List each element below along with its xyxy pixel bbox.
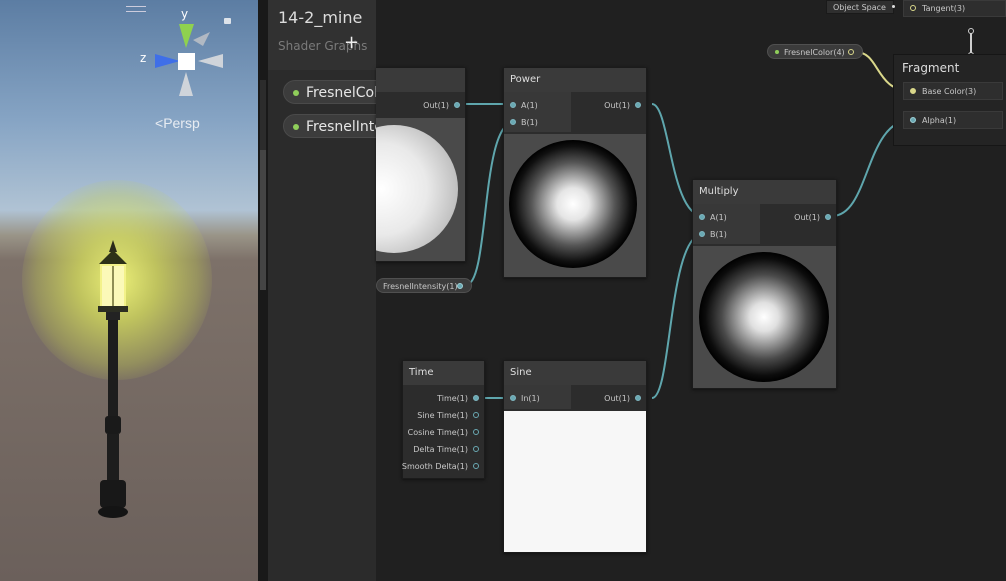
time-node-title: Time — [403, 361, 484, 385]
lamp-post — [98, 240, 128, 518]
sine-node-title: Sine — [504, 361, 646, 385]
sine-time-out-port[interactable]: Sine Time(1) — [417, 409, 479, 423]
port-icon — [699, 214, 705, 220]
port-icon — [848, 49, 854, 55]
projection-label: Persp — [163, 115, 200, 131]
property-label: FresnelIntensity — [306, 119, 376, 135]
time-node[interactable]: Time Time(1) Sine Time(1) Cosine Time(1)… — [402, 360, 485, 479]
orientation-gizmo[interactable] — [140, 10, 230, 100]
time-out-port[interactable]: Time(1) — [437, 392, 479, 406]
multiply-out-port[interactable]: Out(1) — [794, 211, 831, 225]
blackboard-property-fresnel-intensity[interactable]: FresnelIntensity — [283, 114, 376, 138]
port-icon — [510, 395, 516, 401]
panel-divider[interactable] — [258, 0, 268, 581]
fragment-alpha-port[interactable]: Alpha(1) — [903, 111, 1003, 129]
property-dot-icon — [293, 124, 299, 130]
port-icon — [699, 231, 705, 237]
fresnel-node[interactable]: Out(1) — [330, 67, 466, 262]
port-icon — [635, 395, 641, 401]
port-icon — [473, 412, 479, 418]
smooth-delta-out-port[interactable]: Smooth Delta(1) — [402, 460, 479, 474]
delta-time-out-port[interactable]: Delta Time(1) — [413, 443, 479, 457]
port-icon — [473, 463, 479, 469]
fresnel-out-port[interactable]: Out(1) — [423, 99, 460, 113]
add-property-icon[interactable]: + — [344, 32, 359, 53]
sine-in-port[interactable]: In(1) — [510, 392, 540, 406]
property-dot-icon — [775, 50, 779, 54]
sine-out-port[interactable]: Out(1) — [604, 392, 641, 406]
vertex-context: Object Space Tangent(3) — [826, 0, 1006, 20]
sine-node[interactable]: Sine In(1) Out(1) — [503, 360, 647, 553]
graph-title: 14-2_mine — [278, 8, 363, 27]
power-node[interactable]: Power A(1) B(1) Out(1) — [503, 67, 647, 278]
port-icon — [910, 117, 916, 123]
fresnel-preview — [330, 118, 465, 261]
port-icon — [910, 88, 916, 94]
port-icon — [635, 102, 641, 108]
power-node-title: Power — [504, 68, 646, 92]
gizmo-z-label: z — [140, 51, 147, 65]
multiply-node[interactable]: Multiply A(1) B(1) Out(1) — [692, 179, 837, 389]
property-dot-icon — [293, 90, 299, 96]
power-in-a-port[interactable]: A(1) — [510, 99, 538, 113]
dot-icon — [892, 5, 895, 8]
chevron-left-icon: < — [155, 115, 164, 131]
fragment-base-color-port[interactable]: Base Color(3) — [903, 82, 1003, 100]
blackboard-panel: 14-2_mine Shader Graphs + FresnelColor F… — [268, 0, 377, 581]
fragment-title: Fragment — [902, 61, 960, 75]
multiply-in-b-port[interactable]: B(1) — [699, 228, 727, 242]
sine-preview — [504, 411, 646, 552]
cosine-time-out-port[interactable]: Cosine Time(1) — [408, 426, 479, 440]
gizmo-y-label: y — [181, 7, 189, 21]
multiply-in-a-port[interactable]: A(1) — [699, 211, 727, 225]
port-icon — [825, 214, 831, 220]
port-icon — [473, 446, 479, 452]
power-out-port[interactable]: Out(1) — [604, 99, 641, 113]
port-icon — [910, 5, 916, 11]
port-icon — [454, 102, 460, 108]
port-icon — [457, 283, 463, 289]
property-label: FresnelColor — [306, 85, 376, 101]
vertex-tangent-port[interactable]: Tangent(3) — [903, 0, 1006, 17]
fresnel-intensity-property-node[interactable]: FresnelIntensity(1) — [376, 278, 472, 293]
blackboard-property-fresnel-color[interactable]: FresnelColor — [283, 80, 376, 104]
power-in-b-port[interactable]: B(1) — [510, 116, 538, 130]
power-preview — [504, 134, 646, 277]
multiply-preview — [693, 246, 836, 388]
blackboard-header: 14-2_mine Shader Graphs + — [268, 0, 376, 70]
port-icon — [473, 429, 479, 435]
scene-view[interactable]: y z <Persp — [0, 0, 258, 581]
projection-toggle[interactable]: <Persp — [155, 115, 200, 131]
fresnel-node-title — [376, 68, 465, 92]
port-icon — [510, 102, 516, 108]
port-icon — [473, 395, 479, 401]
multiply-node-title: Multiply — [693, 180, 836, 204]
object-space-dropdown[interactable]: Object Space — [826, 0, 894, 14]
port-icon — [510, 119, 516, 125]
fresnel-color-property-node[interactable]: FresnelColor(4) — [767, 44, 863, 59]
